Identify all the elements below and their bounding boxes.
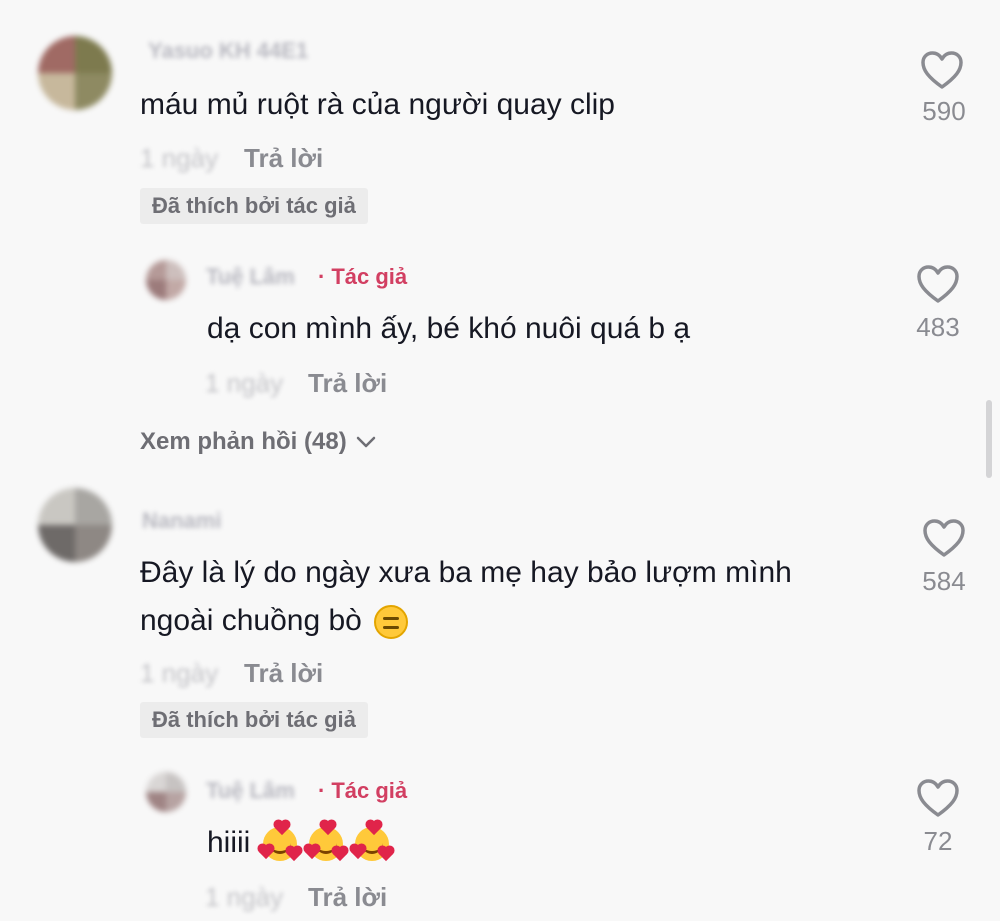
heart-icon[interactable] xyxy=(920,50,964,90)
comment-username[interactable]: Yasuo KH 44E1 xyxy=(148,38,308,64)
comment-time: 1 ngày xyxy=(205,882,284,912)
chevron-down-icon xyxy=(356,436,375,448)
view-replies-button[interactable]: Xem phản hồi (48) xyxy=(140,428,377,456)
comment-username[interactable]: Tuệ Lâm xyxy=(206,264,295,290)
comment-text-line: ngoài chuồng bò xyxy=(140,604,409,640)
reply-button[interactable]: Trả lời xyxy=(308,882,387,913)
comment-time: 1 ngày xyxy=(140,658,219,688)
comment-username[interactable]: Tuệ Lâm xyxy=(206,778,295,804)
comment-text: hiiii xyxy=(207,821,394,862)
comment-time: 1 ngày xyxy=(140,143,219,173)
heart-icon[interactable] xyxy=(916,264,960,304)
like-count: 72 xyxy=(923,826,953,856)
avatar[interactable] xyxy=(146,260,186,300)
avatar[interactable] xyxy=(38,488,112,562)
smiling-face-with-hearts-emoji xyxy=(351,821,394,862)
reply-button[interactable]: Trả lời xyxy=(308,368,387,399)
avatar[interactable] xyxy=(38,36,112,110)
comment-text: dạ con mình ấy, bé khó nuôi quá b ạ xyxy=(207,312,691,345)
heart-icon[interactable] xyxy=(922,518,966,558)
reply-button[interactable]: Trả lời xyxy=(244,143,323,174)
liked-by-author-badge: Đã thích bởi tác giả xyxy=(140,702,368,738)
heart-icon[interactable] xyxy=(916,778,960,818)
liked-by-author-badge: Đã thích bởi tác giả xyxy=(140,188,368,224)
comment-time: 1 ngày xyxy=(205,368,284,398)
comment-text-line: Đây là lý do ngày xưa ba mẹ hay bảo lượm… xyxy=(140,556,792,589)
comment-username[interactable]: Nanami xyxy=(142,508,221,534)
view-replies-label: Xem phản hồi (48) xyxy=(140,428,347,455)
comment-text-content: hiiii xyxy=(207,826,251,859)
like-count: 483 xyxy=(916,312,960,342)
smiling-face-with-hearts-emoji xyxy=(304,821,348,862)
avatar[interactable] xyxy=(146,772,186,812)
author-tag: · Tác giả xyxy=(318,264,408,289)
author-tag: · Tác giả xyxy=(318,778,408,803)
expressionless-face-emoji xyxy=(374,605,409,640)
scrollbar-thumb[interactable] xyxy=(986,400,992,478)
smiling-face-with-hearts-emoji xyxy=(258,821,301,862)
like-count: 584 xyxy=(922,566,966,596)
comment-text: máu mủ ruột rà của người quay clip xyxy=(140,88,615,121)
like-count: 590 xyxy=(922,96,966,126)
comment-text-content: ngoài chuồng bò xyxy=(140,604,362,637)
reply-button[interactable]: Trả lời xyxy=(244,658,323,689)
